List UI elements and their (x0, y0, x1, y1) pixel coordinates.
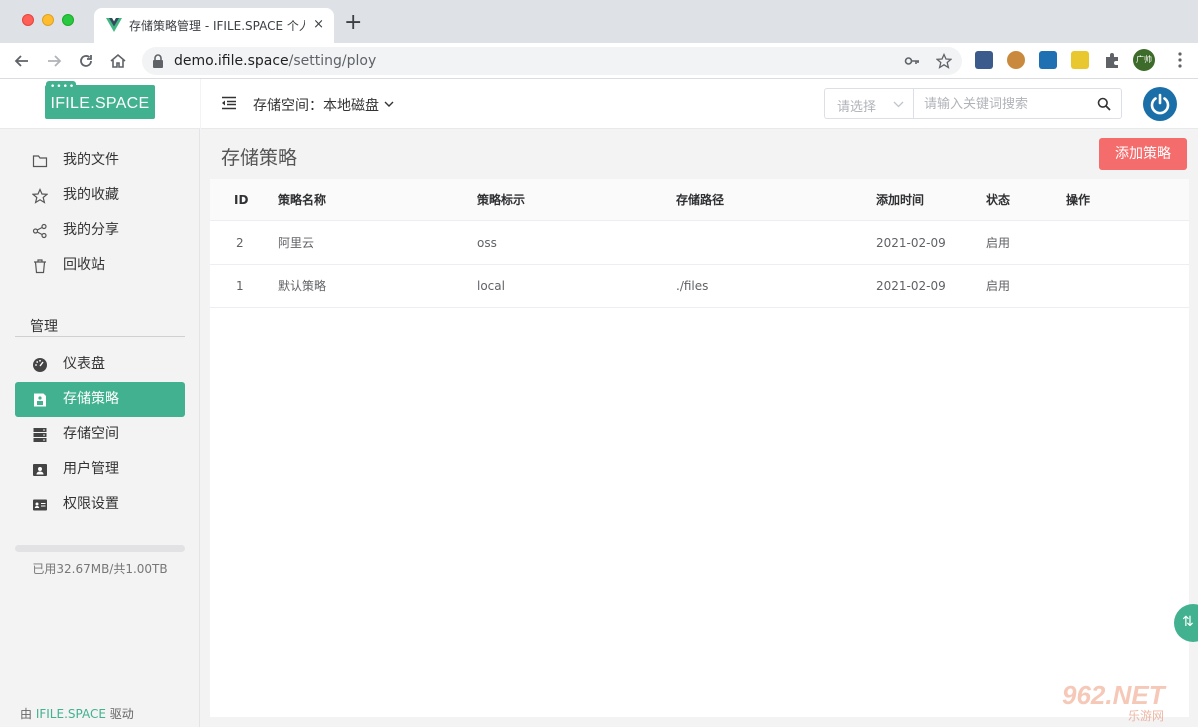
storage-space-selector[interactable]: 存储空间：本地磁盘 (253, 95, 379, 115)
sidebar-item-dashboard[interactable]: 仪表盘 (15, 347, 185, 382)
search-scope-select[interactable]: 请选择 (824, 88, 914, 119)
sidebar-item-recycle-bin[interactable]: 回收站 (15, 248, 185, 283)
home-icon[interactable] (108, 51, 128, 71)
user-menu: 我的文件 我的收藏 我的分享 回收站 (15, 143, 185, 283)
extension-star-icon[interactable] (975, 51, 993, 69)
table-row[interactable]: 1 默认策略 local ./files 2021-02-09 启用 (210, 265, 1189, 308)
column-header-path: 存储路径 (676, 193, 725, 207)
storage-usage-text: 已用32.67MB/共1.00TB (32, 562, 168, 576)
powered-by: 由 IFILE.SPACE 驱动 (20, 707, 134, 721)
sidebar-item-storage-policy[interactable]: 存储策略 (15, 382, 185, 417)
tab-title: 存储策略管理 - IFILE.SPACE 个人 (129, 19, 305, 33)
column-header-name: 策略名称 (278, 193, 327, 207)
sidebar: •••• IFILE.SPACE 我的文件 我的收藏 我的分享 回收站 管理 仪… (0, 79, 200, 727)
extension-s-icon[interactable] (1039, 51, 1057, 69)
save-icon (34, 393, 46, 407)
sidebar-item-user-management[interactable]: 用户管理 (15, 452, 185, 487)
storage-usage-bar (15, 545, 185, 552)
logo-text: IFILE.SPACE (50, 95, 150, 112)
url-text: demo.ifile.space/setting/ploy (174, 53, 377, 69)
column-header-id: ID (234, 193, 249, 207)
browser-toolbar: demo.ifile.space/setting/ploy 广帅 (0, 43, 1198, 79)
folder-icon (32, 155, 48, 168)
main-content: 存储策略 添加策略 ID 策略名称 策略标示 存储路径 添加时间 状态 操作 2… (201, 130, 1198, 727)
column-header-actions: 操作 (1066, 193, 1091, 207)
forward-arrow-icon[interactable] (44, 51, 64, 71)
site-watermark: 962.NET 乐游网 (1062, 680, 1167, 723)
logo[interactable]: •••• IFILE.SPACE (45, 81, 155, 119)
address-bar[interactable]: demo.ifile.space/setting/ploy (142, 47, 962, 75)
browser-tab[interactable]: 存储策略管理 - IFILE.SPACE 个人 × (94, 8, 334, 43)
sidebar-item-shares[interactable]: 我的分享 (15, 213, 185, 248)
sidebar-item-favorites[interactable]: 我的收藏 (15, 178, 185, 213)
powered-by-link[interactable]: IFILE.SPACE (36, 707, 106, 721)
server-icon (33, 428, 47, 442)
extension-js-icon[interactable] (1071, 51, 1089, 69)
column-header-status: 状态 (986, 193, 1011, 207)
svg-text:962.NET: 962.NET (1062, 680, 1167, 710)
logout-button[interactable] (1143, 87, 1177, 121)
chevron-down-icon[interactable] (384, 100, 394, 108)
id-card-icon (33, 499, 47, 511)
window-zoom-button[interactable] (62, 14, 74, 26)
sidebar-item-storage-space[interactable]: 存储空间 (15, 417, 185, 452)
app-root: •••• IFILE.SPACE 我的文件 我的收藏 我的分享 回收站 管理 仪… (0, 79, 1198, 727)
search-input[interactable] (924, 94, 1084, 114)
extension-cookie-icon[interactable] (1007, 51, 1025, 69)
new-tab-button[interactable]: + (344, 10, 362, 36)
top-header: 存储空间：本地磁盘 请选择 (201, 79, 1198, 129)
vue-favicon-icon (106, 18, 122, 32)
page-title: 存储策略 (221, 147, 298, 169)
svg-text:乐游网: 乐游网 (1128, 709, 1164, 723)
sidebar-item-my-files[interactable]: 我的文件 (15, 143, 185, 178)
power-icon (1150, 93, 1170, 115)
trash-icon (34, 259, 46, 274)
profile-avatar[interactable]: 广帅 (1133, 49, 1155, 71)
collapse-menu-icon[interactable] (221, 96, 237, 110)
logo-area: •••• IFILE.SPACE (0, 79, 200, 129)
bookmark-star-icon[interactable] (936, 53, 952, 69)
column-header-tag: 策略标示 (477, 193, 526, 207)
search-icon[interactable] (1097, 97, 1111, 111)
window-minimize-button[interactable] (42, 14, 54, 26)
table-header: ID 策略名称 策略标示 存储路径 添加时间 状态 操作 (210, 179, 1189, 221)
browser-tab-strip: 存储策略管理 - IFILE.SPACE 个人 × + (0, 0, 1198, 43)
sidebar-item-permissions[interactable]: 权限设置 (15, 487, 185, 522)
share-icon (32, 223, 47, 239)
extensions-puzzle-icon[interactable] (1103, 51, 1121, 69)
user-card-icon (33, 464, 47, 476)
column-header-created: 添加时间 (876, 193, 925, 207)
star-icon (32, 188, 48, 204)
sort-arrows-icon: ⇅ (1182, 614, 1194, 630)
admin-group-title: 管理 (15, 316, 185, 337)
more-menu-icon[interactable] (1178, 52, 1182, 68)
admin-menu: 仪表盘 存储策略 存储空间 用户管理 权限设置 (15, 347, 185, 522)
table-row[interactable]: 2 阿里云 oss 2021-02-09 启用 (210, 222, 1189, 265)
lock-icon (153, 54, 163, 68)
policy-table: ID 策略名称 策略标示 存储路径 添加时间 状态 操作 2 阿里云 oss 2… (210, 179, 1189, 717)
back-arrow-icon[interactable] (12, 51, 32, 71)
window-close-button[interactable] (22, 14, 34, 26)
tab-close-icon[interactable]: × (313, 15, 324, 35)
reload-icon[interactable] (76, 51, 96, 71)
key-icon[interactable] (904, 53, 920, 69)
dashboard-icon (33, 358, 47, 372)
add-policy-button[interactable]: 添加策略 (1099, 138, 1187, 170)
chevron-down-icon (893, 101, 904, 108)
search-field (913, 88, 1122, 119)
